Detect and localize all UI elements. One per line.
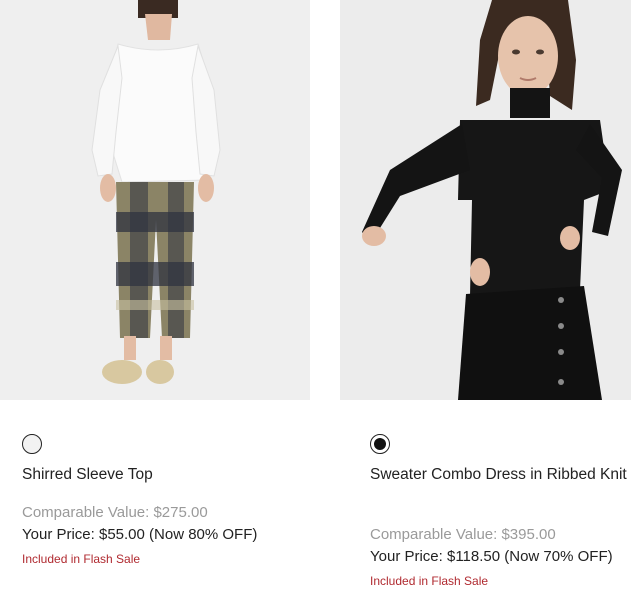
your-price: Your Price: $118.50 (Now 70% OFF) [370,548,613,565]
product-image[interactable] [340,0,631,400]
flash-sale-label: Included in Flash Sale [370,574,489,588]
color-swatch-black[interactable] [370,434,390,454]
your-price: Your Price: $55.00 (Now 80% OFF) [22,526,258,543]
product-name-link[interactable]: Shirred Sleeve Top [22,464,302,486]
flash-sale-label: Included in Flash Sale [22,552,141,566]
product-card-sweater-combo-dress[interactable]: Sweater Combo Dress in Ribbed Knit Compa… [340,0,631,588]
comparable-value: Comparable Value: $275.00 [22,504,208,521]
comparable-value: Comparable Value: $395.00 [370,526,556,543]
color-swatch-white[interactable] [22,434,42,454]
model-photo-black-ribbed-dress [340,0,631,400]
product-image[interactable] [0,0,310,400]
product-card-shirred-sleeve-top[interactable]: Shirred Sleeve Top Comparable Value: $27… [0,0,310,566]
model-photo-white-top-plaid-pants [0,0,310,400]
product-name-link[interactable]: Sweater Combo Dress in Ribbed Knit [370,464,630,486]
